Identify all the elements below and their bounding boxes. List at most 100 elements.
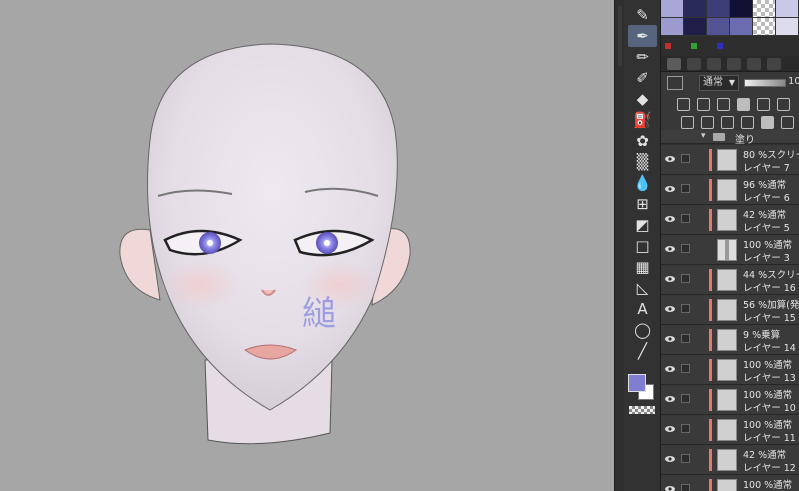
figure-tool-icon[interactable]: □ xyxy=(628,235,657,257)
layer-row[interactable]: 96 %通常 レイヤー 6 xyxy=(661,175,799,205)
fill-tool-icon[interactable]: 💧 xyxy=(628,172,657,194)
new-folder-icon[interactable] xyxy=(721,116,734,129)
layer-row[interactable]: 42 %通常 レイヤー 12 xyxy=(661,445,799,475)
gradient-tool-icon[interactable]: ◩ xyxy=(628,214,657,236)
blend-tool-icon[interactable]: ▒ xyxy=(628,151,657,173)
opacity-slider[interactable] xyxy=(744,79,786,87)
layer-row[interactable]: 56 %加算(発光) レイヤー 15 xyxy=(661,295,799,325)
drawing-canvas[interactable]: 縋 xyxy=(0,0,614,491)
layer-select-checkbox[interactable] xyxy=(681,394,690,403)
layer-row[interactable]: 42 %通常 レイヤー 5 xyxy=(661,205,799,235)
airbrush-tool-icon[interactable]: ⛽ xyxy=(628,109,657,131)
color-swatch[interactable] xyxy=(684,0,707,18)
layer-select-checkbox[interactable] xyxy=(681,244,690,253)
merge-icon[interactable] xyxy=(741,116,754,129)
pen-tool-icon[interactable]: ✒ xyxy=(628,25,657,47)
new-raster-layer-icon[interactable] xyxy=(681,116,694,129)
tab-material[interactable] xyxy=(767,58,781,70)
eye-icon[interactable] xyxy=(665,455,675,463)
ruler-tool-icon[interactable]: ◺ xyxy=(628,277,657,299)
eye-icon[interactable] xyxy=(665,395,675,403)
layer-select-checkbox[interactable] xyxy=(681,154,690,163)
clip-layer-icon[interactable] xyxy=(717,98,730,111)
color-swatch[interactable] xyxy=(661,18,684,36)
eye-icon[interactable] xyxy=(665,425,675,433)
layer-select-checkbox[interactable] xyxy=(681,424,690,433)
color-swatch[interactable] xyxy=(707,0,730,18)
new-layer-icon[interactable] xyxy=(677,98,690,111)
decoration-tool-icon[interactable]: ✿ xyxy=(628,130,657,152)
frame-tool-icon[interactable]: ▦ xyxy=(628,256,657,278)
grid-tool-icon[interactable]: ⊞ xyxy=(628,193,657,215)
layer-row[interactable]: 9 %乗算レイヤー 14 xyxy=(661,325,799,355)
tab-navigator[interactable] xyxy=(687,58,701,70)
layer-row[interactable]: 100 %通常 レイヤー 11 xyxy=(661,415,799,445)
layer-name: レイヤー 13 xyxy=(743,373,796,384)
pencil-tool-icon[interactable]: ✏ xyxy=(628,46,657,68)
delete-layer-icon[interactable] xyxy=(781,116,794,129)
main-color-swatch[interactable] xyxy=(628,374,646,392)
mask-add-icon[interactable] xyxy=(761,116,774,129)
layer-select-checkbox[interactable] xyxy=(681,334,690,343)
color-swatch[interactable] xyxy=(661,0,684,18)
layer-select-checkbox[interactable] xyxy=(681,364,690,373)
layer-select-checkbox[interactable] xyxy=(681,454,690,463)
color-swatch[interactable] xyxy=(684,18,707,36)
eye-icon[interactable] xyxy=(665,215,675,223)
layer-row[interactable]: 100 %通常 レイヤー 3 xyxy=(661,235,799,265)
clipping-indicator xyxy=(709,299,712,321)
layer-folder[interactable]: ▾ 塗り xyxy=(661,130,799,146)
layer-row[interactable]: 100 %通常 レイヤー 10 xyxy=(661,385,799,415)
correction-tool-icon[interactable]: ╱ xyxy=(628,340,657,362)
eye-icon[interactable] xyxy=(665,185,675,193)
eye-icon[interactable] xyxy=(665,335,675,343)
chevron-down-icon[interactable]: ▾ xyxy=(701,131,706,141)
eye-icon[interactable] xyxy=(665,305,675,313)
layer-mode: 9 %乗算 xyxy=(743,330,781,341)
color-swatch[interactable] xyxy=(776,18,799,36)
layer-name: レイヤー 14 xyxy=(743,343,796,354)
layer-select-checkbox[interactable] xyxy=(681,214,690,223)
tab-history[interactable] xyxy=(747,58,761,70)
eye-icon[interactable] xyxy=(665,485,675,491)
lock-icon[interactable] xyxy=(737,98,750,111)
eye-icon[interactable] xyxy=(665,275,675,283)
color-swatch[interactable] xyxy=(753,0,776,18)
layer-row[interactable]: 44 %スクリーンレイヤー 16 xyxy=(661,265,799,295)
divider-grip[interactable] xyxy=(618,6,622,66)
red-dot-icon[interactable] xyxy=(665,43,671,49)
layer-row[interactable]: 100 %通常 レイヤー 13 xyxy=(661,355,799,385)
eye-icon[interactable] xyxy=(665,245,675,253)
blue-dot-icon[interactable] xyxy=(717,43,723,49)
layer-row[interactable]: 80 %スクリーンレイヤー 7 xyxy=(661,145,799,175)
layer-select-checkbox[interactable] xyxy=(681,184,690,193)
green-dot-icon[interactable] xyxy=(691,43,697,49)
layer-row[interactable]: 100 %通常 xyxy=(661,475,799,491)
color-swatch[interactable] xyxy=(730,0,753,18)
brush-tool-icon[interactable]: ✐ xyxy=(628,67,657,89)
color-swatch[interactable] xyxy=(753,18,776,36)
color-swatch[interactable] xyxy=(707,18,730,36)
eye-icon[interactable] xyxy=(665,155,675,163)
transparent-color-swatch[interactable] xyxy=(629,406,655,414)
color-swatch[interactable] xyxy=(730,18,753,36)
blend-mode-select[interactable]: 通常 ▼ xyxy=(699,75,739,91)
balloon-tool-icon[interactable]: ◯ xyxy=(628,319,657,341)
eyedropper-tool-icon[interactable]: ✎ xyxy=(628,4,657,26)
layer-color-icon[interactable] xyxy=(667,76,683,90)
color-swatch[interactable] xyxy=(776,0,799,18)
text-tool-icon[interactable]: A xyxy=(628,298,657,320)
mask-icon[interactable] xyxy=(777,98,790,111)
reference-layer-icon[interactable] xyxy=(757,98,770,111)
layer-select-checkbox[interactable] xyxy=(681,274,690,283)
tab-layer[interactable] xyxy=(667,58,681,70)
eraser-tool-icon[interactable]: ◆ xyxy=(628,88,657,110)
layer-select-checkbox[interactable] xyxy=(681,484,690,491)
layer-select-checkbox[interactable] xyxy=(681,304,690,313)
new-vector-layer-icon[interactable] xyxy=(701,116,714,129)
tab-color[interactable] xyxy=(727,58,741,70)
tab-subtool[interactable] xyxy=(707,58,721,70)
panel-divider[interactable] xyxy=(614,0,624,491)
copy-layer-icon[interactable] xyxy=(697,98,710,111)
eye-icon[interactable] xyxy=(665,365,675,373)
